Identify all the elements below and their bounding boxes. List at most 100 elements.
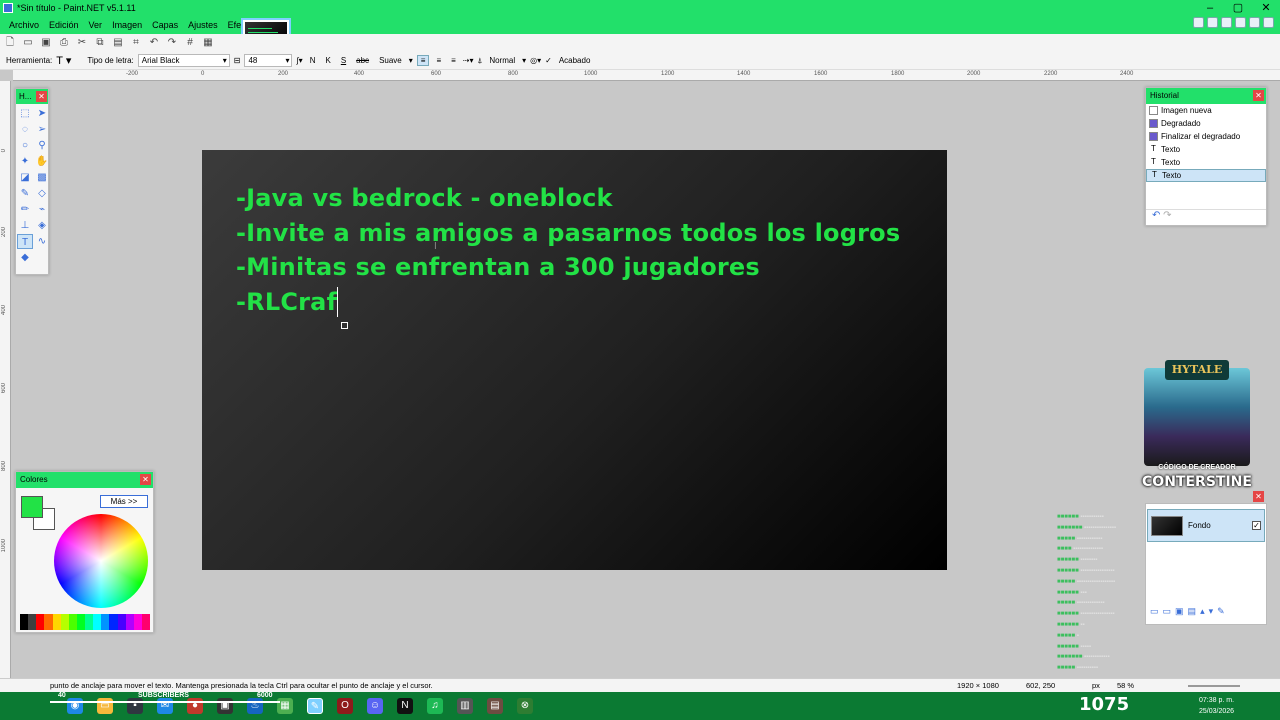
paintbrush-icon[interactable]: ✎ <box>17 186 33 201</box>
xbox-icon[interactable]: ⊗ <box>517 698 533 714</box>
undo-icon[interactable]: ↶ <box>1152 210 1160 221</box>
history-item[interactable]: Degradado <box>1146 117 1266 130</box>
history-window-icon[interactable] <box>1207 17 1218 28</box>
align-center-button[interactable]: ≡ <box>433 56 444 65</box>
clone-stamp-icon[interactable]: ⊥ <box>17 218 33 233</box>
colors-window-header[interactable]: Colores ✕ <box>16 472 153 488</box>
opera-icon[interactable]: O <box>337 698 353 714</box>
lasso-select-icon[interactable]: ◌ <box>17 122 33 137</box>
color-palette[interactable] <box>20 614 150 630</box>
bold-button[interactable]: N <box>307 56 319 65</box>
layer-properties-icon[interactable]: ✎ <box>1217 606 1225 620</box>
align-left-button[interactable]: ≡ <box>416 55 430 66</box>
close-window-button[interactable]: ✕ <box>1252 0 1280 16</box>
close-icon[interactable]: ✕ <box>1253 90 1264 101</box>
minimize-button[interactable]: – <box>1196 0 1224 16</box>
blend-mode-dropdown-icon[interactable]: ▾ <box>522 56 526 65</box>
menu-edicion[interactable]: Edición <box>44 20 84 30</box>
image-canvas[interactable]: -Java vs bedrock - oneblock -Invite a mi… <box>202 150 947 570</box>
line-curve-icon[interactable]: ∿ <box>34 234 50 249</box>
paste-icon[interactable]: ▤ <box>112 37 124 49</box>
font-select[interactable]: Arial Black <box>137 54 230 67</box>
settings-icon[interactable] <box>1249 17 1260 28</box>
underline-button[interactable]: S <box>338 56 349 65</box>
zoom-slider[interactable] <box>1188 685 1240 687</box>
magic-wand-icon[interactable]: ✦ <box>17 154 33 169</box>
close-icon[interactable]: ✕ <box>140 474 151 485</box>
text-tool-icon[interactable]: T <box>17 234 33 249</box>
history-window-header[interactable]: Historial ✕ <box>1146 88 1266 104</box>
history-item[interactable]: Finalizar el degradado <box>1146 130 1266 143</box>
pencil-icon[interactable]: ✏ <box>17 202 33 217</box>
unit-select[interactable]: px <box>1092 679 1100 693</box>
menu-archivo[interactable]: Archivo <box>4 20 44 30</box>
menu-ver[interactable]: Ver <box>84 20 108 30</box>
gradient-icon[interactable]: ▩ <box>34 170 50 185</box>
history-item[interactable]: Imagen nueva <box>1146 104 1266 117</box>
spotify-icon[interactable]: ♫ <box>427 698 443 714</box>
text-tool-icon[interactable]: T ▾ <box>56 54 71 67</box>
antialiasing-dropdown-icon[interactable]: ▾ <box>409 56 413 65</box>
recolor-icon[interactable]: ◈ <box>34 218 50 233</box>
duplicate-layer-icon[interactable]: ▣ <box>1175 606 1184 620</box>
notion-icon[interactable]: N <box>397 698 413 714</box>
move-selected-pixels-icon[interactable]: ➤ <box>34 106 50 121</box>
discord-icon[interactable]: ☺ <box>367 698 383 714</box>
pan-icon[interactable]: ✋ <box>34 154 50 169</box>
font-size-select[interactable]: 48 <box>244 54 293 67</box>
open-file-icon[interactable]: ▭ <box>22 37 34 49</box>
save-icon[interactable]: ▣ <box>40 37 52 49</box>
antialiasing-select[interactable]: Suave <box>376 56 405 65</box>
layer-visibility-checkbox[interactable]: ✓ <box>1252 521 1261 530</box>
blend-mode-select[interactable]: Normal <box>486 56 518 65</box>
ruler-icon[interactable]: ▦ <box>202 37 214 49</box>
app-icon[interactable]: ▥ <box>457 698 473 714</box>
move-layer-up-icon[interactable]: ▴ <box>1200 606 1205 620</box>
move-layer-down-icon[interactable]: ▾ <box>1209 606 1214 620</box>
tools-window-icon[interactable] <box>1193 17 1204 28</box>
menu-imagen[interactable]: Imagen <box>107 20 147 30</box>
color-wheel[interactable] <box>54 514 148 608</box>
redo-icon[interactable]: ↷ <box>1163 210 1171 221</box>
primary-color-swatch[interactable] <box>21 496 43 518</box>
eraser-icon[interactable]: ◇ <box>34 186 50 201</box>
zoom-icon[interactable]: ⚲ <box>34 138 50 153</box>
strikethrough-button[interactable]: abc <box>353 56 372 65</box>
zoom-level[interactable]: 58 % <box>1117 679 1134 693</box>
ellipse-select-icon[interactable]: ○ <box>17 138 33 153</box>
paint-bucket-icon[interactable]: ◪ <box>17 170 33 185</box>
menu-ajustes[interactable]: Ajustes <box>183 20 223 30</box>
tools-window-header[interactable]: H... ✕ <box>16 89 48 104</box>
cut-icon[interactable]: ✂ <box>76 37 88 49</box>
colors-window-icon[interactable] <box>1235 17 1246 28</box>
rectangle-select-icon[interactable]: ⬚ <box>17 106 33 121</box>
help-icon[interactable] <box>1263 17 1274 28</box>
merge-layer-icon[interactable]: ▤ <box>1188 606 1197 620</box>
shapes-icon[interactable]: ◆ <box>17 250 33 265</box>
clock[interactable]: 07:38 p. m. 25/03/2026 <box>1199 695 1234 717</box>
history-item[interactable]: T Texto <box>1146 143 1266 156</box>
delete-layer-icon[interactable]: ▭ <box>1163 606 1172 620</box>
layer-row[interactable]: Fondo ✓ <box>1147 509 1265 542</box>
rendering-mode-icon[interactable]: ∫▾ <box>296 56 302 65</box>
history-item-selected[interactable]: T Texto <box>1146 169 1266 182</box>
add-layer-icon[interactable]: ▭ <box>1150 606 1159 620</box>
grid-icon[interactable]: # <box>184 37 196 49</box>
close-icon[interactable]: ✕ <box>1253 491 1264 502</box>
app-icon[interactable]: ▤ <box>487 698 503 714</box>
text-anchor-handle[interactable] <box>341 322 348 329</box>
finish-button[interactable]: Acabado <box>556 56 594 65</box>
close-icon[interactable]: ✕ <box>36 91 47 102</box>
maximize-button[interactable]: ▢ <box>1224 0 1252 16</box>
more-colors-button[interactable]: Más >> <box>100 495 148 508</box>
sampling-icon[interactable]: ◎▾ <box>530 56 541 65</box>
color-picker-icon[interactable]: ⌁ <box>34 202 50 217</box>
layers-window-icon[interactable] <box>1221 17 1232 28</box>
italic-button[interactable]: K <box>322 56 333 65</box>
selection-mode-icon[interactable]: ⇢▾ <box>463 56 474 65</box>
align-right-button[interactable]: ≡ <box>448 56 459 65</box>
history-item[interactable]: T Texto <box>1146 156 1266 169</box>
new-file-icon[interactable]: 🗋 <box>4 37 16 49</box>
menu-capas[interactable]: Capas <box>147 20 183 30</box>
canvas-text-line[interactable]: -RLCraf <box>236 288 337 316</box>
